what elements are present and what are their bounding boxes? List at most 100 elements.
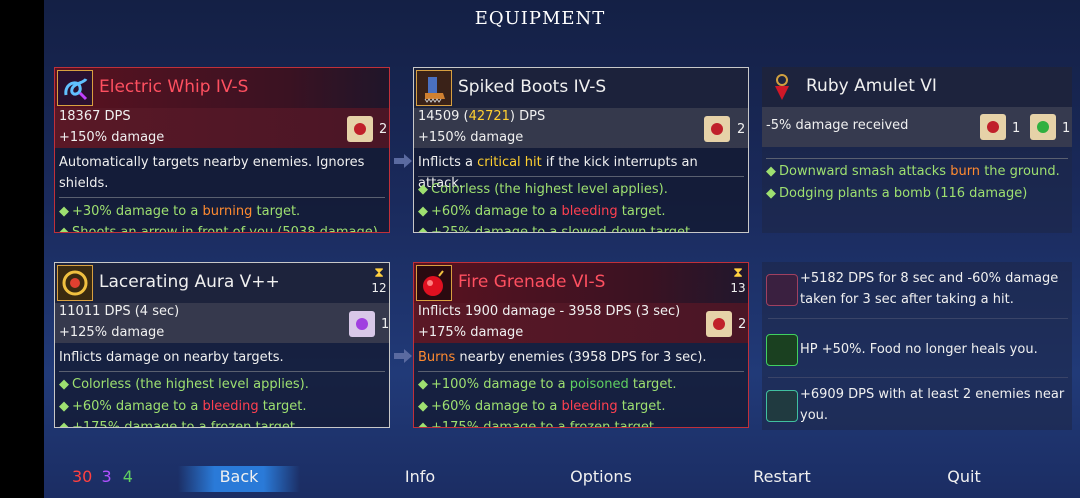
- scroll-count: 2: [737, 122, 746, 137]
- brutality-scroll-icon: [980, 114, 1006, 140]
- item-card-spiked-boots[interactable]: Spiked Boots IV-S 14509 (42721) DPS +150…: [413, 67, 749, 233]
- item-name: Fire Grenade VI-S: [458, 272, 606, 292]
- stat-text: +100% damage to a: [431, 377, 570, 392]
- item-name: Ruby Amulet VI: [806, 76, 937, 96]
- mutation-row[interactable]: +6909 DPS with at least 2 enemies near y…: [762, 382, 1072, 428]
- stat-text: target.: [617, 204, 666, 219]
- survival-scroll-icon: [1030, 114, 1056, 140]
- info-button[interactable]: Info: [360, 467, 480, 486]
- desc-text: Inflicts a: [418, 155, 478, 170]
- aura-icon: [57, 265, 93, 301]
- item-stat: ◆ Colorless (the highest level applies).: [418, 182, 668, 197]
- divider: [59, 197, 385, 198]
- options-button[interactable]: Options: [541, 467, 661, 486]
- item-damage-mod: +150% damage: [59, 130, 165, 145]
- desc-keyword: critical hit: [477, 155, 542, 170]
- divider: [766, 158, 1068, 159]
- stat-text: target.: [252, 204, 301, 219]
- stat-keyword: poisoned: [569, 377, 629, 392]
- mutation-row[interactable]: +5182 DPS for 8 sec and -60% damage take…: [762, 266, 1072, 312]
- item-stat: ◆ +25% damage to a slowed-down target.: [418, 225, 695, 233]
- item-name: Spiked Boots IV-S: [458, 77, 607, 97]
- item-stat: ◆ +60% damage to a bleeding target.: [418, 204, 666, 219]
- crit-dps-value: 42721: [468, 109, 510, 124]
- mutation-text: HP +50%. Food no longer heals you.: [800, 342, 1038, 357]
- cooldown: ⧗ 12: [369, 265, 389, 295]
- item-damage-mod: +150% damage: [418, 130, 524, 145]
- hourglass-icon: ⧗: [374, 265, 384, 281]
- item-stat: ◆ Shoots an arrow in front of you (5038 d…: [59, 225, 382, 233]
- desc-text: nearby enemies (3958 DPS for 3 sec).: [455, 350, 707, 365]
- item-damage-mod: +175% damage: [418, 325, 524, 340]
- stat-keyword: burning: [202, 204, 253, 219]
- stat-text: the ground.: [980, 164, 1060, 179]
- stat-text: +60% damage to a: [72, 399, 203, 414]
- quit-button[interactable]: Quit: [904, 467, 1024, 486]
- dps-value: 14509 (: [418, 109, 469, 124]
- tactics-scroll-icon: [349, 311, 375, 337]
- stat-text: Colorless (the highest level applies).: [431, 182, 668, 197]
- hourglass-icon: ⧗: [733, 265, 743, 281]
- left-letterbox: [0, 0, 44, 498]
- boots-icon: [416, 70, 452, 106]
- stat-text: +30% damage to a: [72, 204, 203, 219]
- stat-text: Downward smash attacks: [779, 164, 951, 179]
- item-stat: ◆ +100% damage to a poisoned target.: [418, 377, 677, 392]
- item-stat: ◆ Colorless (the highest level applies).: [59, 377, 309, 392]
- swap-arrow-icon: [394, 349, 412, 363]
- item-dps: 18367 DPS: [59, 109, 131, 124]
- item-description: Automatically targets nearby enemies. Ig…: [59, 155, 365, 191]
- item-stat: ◆ Downward smash attacks burn the ground.: [766, 164, 1060, 179]
- divider: [418, 176, 744, 177]
- item-stat: ◆ +60% damage to a bleeding target.: [418, 399, 666, 414]
- potion-mutation-icon: [766, 390, 798, 422]
- cooldown: ⧗ 13: [728, 265, 748, 295]
- scroll-count-green: 1: [1062, 121, 1071, 136]
- item-card-fire-grenade[interactable]: Fire Grenade VI-S ⧗ 13 Inflicts 1900 dama…: [413, 262, 749, 428]
- stat-text: Dodging plants a bomb (116 damage): [779, 186, 1028, 201]
- divider: [59, 371, 385, 372]
- grenade-icon: [416, 265, 452, 301]
- tactics-count: 3: [101, 467, 112, 486]
- mutation-text: +6909 DPS with at least 2 enemies near y…: [800, 387, 1065, 423]
- restart-button[interactable]: Restart: [722, 467, 842, 486]
- spiked-mutation-icon: [766, 274, 798, 306]
- divider: [768, 377, 1068, 378]
- stat-keyword: bleeding: [561, 204, 618, 219]
- scroll-count: 1: [381, 317, 390, 332]
- stat-text: target.: [617, 399, 666, 414]
- equipment-screen: EQUIPMENT Electric Whip IV-S 18367 DPS +…: [0, 0, 1080, 498]
- whip-icon: [57, 70, 93, 106]
- item-card-electric-whip[interactable]: Electric Whip IV-S 18367 DPS +150% damag…: [54, 67, 390, 233]
- item-description: Burns nearby enemies (3958 DPS for 3 sec…: [418, 347, 742, 368]
- item-stat: ◆ +30% damage to a burning target.: [59, 204, 301, 219]
- item-dps: 14509 (42721) DPS: [418, 109, 545, 124]
- divider: [768, 318, 1068, 319]
- stat-text: Shoots an arrow in front of you (5038 da…: [72, 225, 382, 233]
- brutality-scroll-icon: [704, 116, 730, 142]
- item-card-lacerating-aura[interactable]: Lacerating Aura V++ ⧗ 12 11011 DPS (4 sec…: [54, 262, 390, 428]
- item-card-ruby-amulet[interactable]: Ruby Amulet VI -5% damage received 1 1 ◆…: [762, 67, 1072, 233]
- divider: [418, 371, 744, 372]
- item-name: Electric Whip IV-S: [99, 77, 249, 97]
- stat-text: +25% damage to a slowed-down target.: [431, 225, 695, 233]
- cooldown-value: 12: [371, 281, 387, 295]
- item-dps: 11011 DPS (4 sec): [59, 304, 180, 319]
- page-title: EQUIPMENT: [474, 8, 606, 29]
- item-stat: ◆ +175% damage to a frozen target.: [418, 420, 658, 427]
- stat-keyword: bleeding: [202, 399, 259, 414]
- item-name: Lacerating Aura V++: [99, 272, 280, 292]
- stat-text: Colorless (the highest level applies).: [72, 377, 309, 392]
- amulet-icon: [764, 69, 800, 105]
- brutality-scroll-icon: [706, 311, 732, 337]
- stat-keyword: bleeding: [561, 399, 618, 414]
- stat-text: +60% damage to a: [431, 399, 562, 414]
- brutality-scroll-icon: [347, 116, 373, 142]
- survival-count: 4: [122, 467, 133, 486]
- back-button[interactable]: Back: [179, 467, 299, 486]
- scroll-count-red: 1: [1012, 121, 1021, 136]
- stat-text: +175% damage to a frozen target.: [72, 420, 300, 428]
- scroll-counters: 30 3 4: [72, 467, 133, 486]
- cooldown-value: 13: [730, 281, 746, 295]
- mutation-row[interactable]: HP +50%. Food no longer heals you.: [762, 326, 1072, 372]
